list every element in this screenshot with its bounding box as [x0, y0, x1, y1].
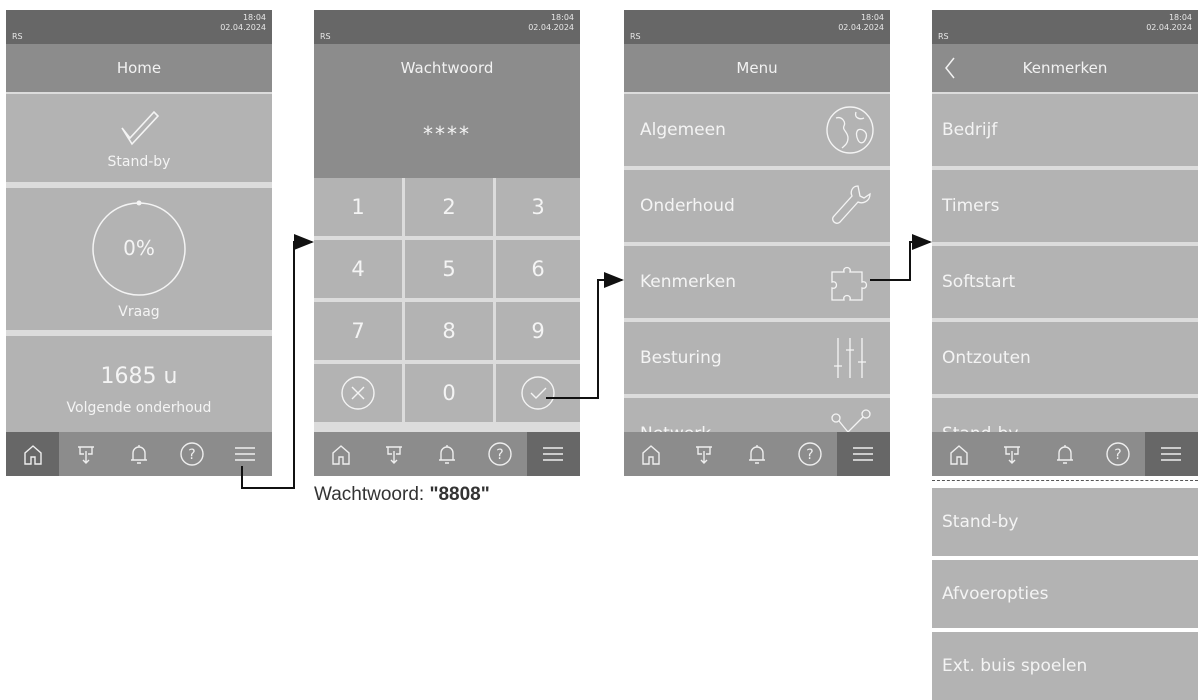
flow-arrows: [241, 234, 932, 489]
arrow-password-to-menu: [546, 272, 624, 399]
arrow-home-to-password: [241, 234, 314, 489]
arrow-menu-to-features: [870, 234, 932, 281]
